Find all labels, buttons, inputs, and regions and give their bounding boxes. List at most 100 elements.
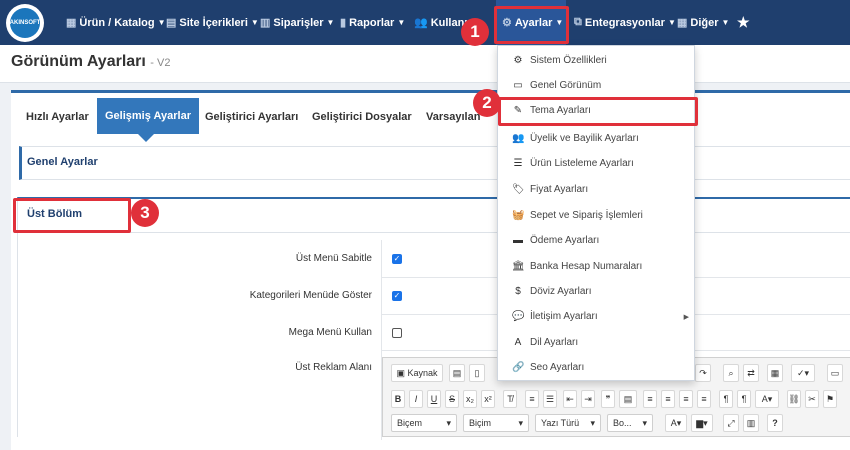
tag-icon: 🏷 — [512, 184, 525, 195]
caret-down-icon: ▾ — [446, 417, 451, 428]
mega-menu-kullan-checkbox[interactable] — [392, 328, 402, 338]
align-center-icon[interactable]: ≡ — [661, 390, 675, 408]
help-icon[interactable]: ? — [767, 414, 783, 432]
nav-raporlar[interactable]: ▮ Raporlar ▼ — [340, 0, 405, 45]
highlight-ayarlar — [494, 6, 569, 44]
bank-icon: 🏛 — [512, 261, 525, 272]
kategorileri-menude-goster-checkbox[interactable]: ✓ — [392, 291, 402, 301]
nav-kullanicilar[interactable]: 👥 Kullanı — [414, 0, 467, 45]
subscript-icon[interactable]: x₂ — [463, 390, 477, 408]
indent-icon[interactable]: ⇥ — [581, 390, 595, 408]
anchor-icon[interactable]: ⚑ — [823, 390, 837, 408]
new-page-icon[interactable]: ▯ — [469, 364, 485, 382]
caret-down-icon: ▾ — [518, 417, 523, 428]
divider — [18, 232, 850, 233]
blockquote-icon[interactable]: ❞ — [601, 390, 615, 408]
strike-icon[interactable]: S — [445, 390, 459, 408]
bold-icon[interactable]: B — [391, 390, 405, 408]
link-icon[interactable]: ⛓ — [787, 390, 801, 408]
maximize-icon[interactable]: ⤢ — [723, 414, 739, 432]
save-icon[interactable]: ▤ — [449, 364, 465, 382]
nav-entegrasyonlar[interactable]: ⧉ Entegrasyonlar ▼ — [574, 0, 676, 45]
akinsoft-logo[interactable]: AKINSOFT — [6, 4, 44, 42]
redo-icon[interactable]: ↷ — [695, 364, 711, 382]
nav-site-icerikleri[interactable]: ▤ Site İçerikleri ▼ — [166, 0, 259, 45]
find-icon[interactable]: ⌕ — [723, 364, 739, 382]
comments-icon: 💬 — [512, 311, 525, 322]
text-color-icon[interactable]: A▾ — [665, 414, 687, 432]
highlight-ust-bolum — [13, 198, 131, 233]
caret-down-icon: ▼ — [721, 18, 730, 27]
align-justify-icon[interactable]: ≡ — [697, 390, 711, 408]
nav-diger[interactable]: ▦ Diğer ▼ — [677, 0, 729, 45]
menu-item-uyelik-bayilik[interactable]: 👥 Üyelik ve Bayilik Ayarları — [498, 126, 694, 151]
menu-item-seo-ayarlari[interactable]: 🔗 Seo Ayarları — [498, 355, 694, 380]
ust-menu-sabitle-checkbox[interactable]: ✓ — [392, 254, 402, 264]
favorites-star-icon[interactable]: ★ — [737, 0, 750, 45]
replace-icon[interactable]: ⇄ — [743, 364, 759, 382]
font-select[interactable]: Yazı Türü ▾ — [535, 414, 601, 432]
caret-down-icon: ▾ — [590, 417, 595, 428]
page-version: - V2 — [150, 57, 171, 69]
field-label-mega-menu-kullan: Mega Menü Kullan — [288, 327, 372, 338]
menu-item-sistem-ozellikleri[interactable]: ⚙ Sistem Özellikleri — [498, 48, 694, 73]
bg-color-icon[interactable]: ▆▾ — [691, 414, 713, 432]
ltr-icon[interactable]: ¶ — [719, 390, 733, 408]
field-label-ust-menu-sabitle: Üst Menü Sabitle — [295, 253, 372, 264]
menu-item-dil-ayarlari[interactable]: A Dil Ayarları — [498, 330, 694, 355]
menu-item-urun-listeleme[interactable]: ☰ Ürün Listeleme Ayarları — [498, 151, 694, 176]
div-container-icon[interactable]: ▤ — [619, 390, 637, 408]
nav-siparisler[interactable]: ▥ Siparişler ▼ — [260, 0, 334, 45]
italic-icon[interactable]: I — [409, 390, 423, 408]
menu-item-odeme-ayarlari[interactable]: ▬ Ödeme Ayarları — [498, 228, 694, 253]
style-select[interactable]: Biçem ▾ — [391, 414, 457, 432]
menu-item-doviz-ayarlari[interactable]: $ Döviz Ayarları — [498, 279, 694, 304]
menu-item-fiyat-ayarlari[interactable]: 🏷 Fiyat Ayarları — [498, 177, 694, 202]
caret-down-icon: ▼ — [667, 18, 676, 27]
step-badge-3: 3 — [131, 199, 159, 227]
unlink-icon[interactable]: ✂ — [805, 390, 819, 408]
menu-item-iletisim-ayarlari[interactable]: 💬 İletişim Ayarları ▶ — [498, 304, 694, 329]
tab-gelismis-ayarlar[interactable]: Gelişmiş Ayarlar — [97, 98, 200, 134]
language-icon[interactable]: A▾ — [755, 390, 779, 408]
underline-icon[interactable]: U — [427, 390, 441, 408]
align-left-icon[interactable]: ≡ — [643, 390, 657, 408]
font-size-select[interactable]: Bo... ▾ — [607, 414, 653, 432]
caret-down-icon: ▾ — [642, 417, 647, 428]
language-icon: A — [514, 337, 522, 348]
tab-gelistirici-dosyalar[interactable]: Geliştirici Dosyalar — [304, 99, 420, 135]
menu-item-genel-gorunum[interactable]: ▭ Genel Görünüm — [498, 73, 694, 98]
general-settings-panel — [19, 146, 850, 180]
users-icon: 👥 — [512, 133, 525, 144]
align-right-icon[interactable]: ≡ — [679, 390, 693, 408]
form-icon[interactable]: ▭ — [827, 364, 843, 382]
menu-item-banka-hesap[interactable]: 🏛 Banka Hesap Numaraları — [498, 254, 694, 279]
bullet-list-icon[interactable]: ☰ — [543, 390, 557, 408]
superscript-icon[interactable]: x² — [481, 390, 495, 408]
ayarlar-dropdown-menu: ⚙ Sistem Özellikleri ▭ Genel Görünüm ✎ Tema… — [497, 45, 695, 381]
nav-urun-katalog[interactable]: ▦ Ürün / Katalog ▼ — [66, 0, 166, 45]
field-label-ust-reklam-alani: Üst Reklam Alanı — [295, 362, 372, 373]
menu-item-sepet-siparis[interactable]: 🧺 Sepet ve Sipariş İşlemleri — [498, 203, 694, 228]
source-button[interactable]: ▣ Kaynak — [391, 364, 443, 382]
remove-format-icon[interactable]: T̸ — [503, 390, 517, 408]
sitemap-icon: ⧉ — [574, 16, 582, 28]
numbered-list-icon[interactable]: ≡ — [525, 390, 539, 408]
top-navbar: AKINSOFT ▦ Ürün / Katalog ▼ ▤ Site İçerik… — [0, 0, 850, 45]
show-blocks-icon[interactable]: ▥ — [743, 414, 759, 432]
tab-hizli-ayarlar[interactable]: Hızlı Ayarlar — [18, 99, 97, 135]
rtl-icon[interactable]: ¶ — [737, 390, 751, 408]
caret-down-icon: ▼ — [397, 18, 406, 27]
monitor-icon: ▭ — [513, 80, 523, 91]
select-all-icon[interactable]: ▦ — [767, 364, 783, 382]
general-settings-heading[interactable]: Genel Ayarlar — [27, 156, 98, 168]
logo-text: AKINSOFT — [10, 8, 40, 38]
tab-gelistirici-ayarlari[interactable]: Geliştirici Ayarları — [197, 99, 306, 135]
list-icon: ☰ — [513, 158, 523, 169]
spellcheck-icon[interactable]: ✓▾ — [791, 364, 815, 382]
source-icon: ▣ — [396, 367, 408, 378]
step-badge-1: 1 — [461, 18, 489, 46]
outdent-icon[interactable]: ⇤ — [563, 390, 577, 408]
cart-icon: ▥ — [260, 17, 271, 29]
format-select[interactable]: Biçim ▾ — [463, 414, 529, 432]
